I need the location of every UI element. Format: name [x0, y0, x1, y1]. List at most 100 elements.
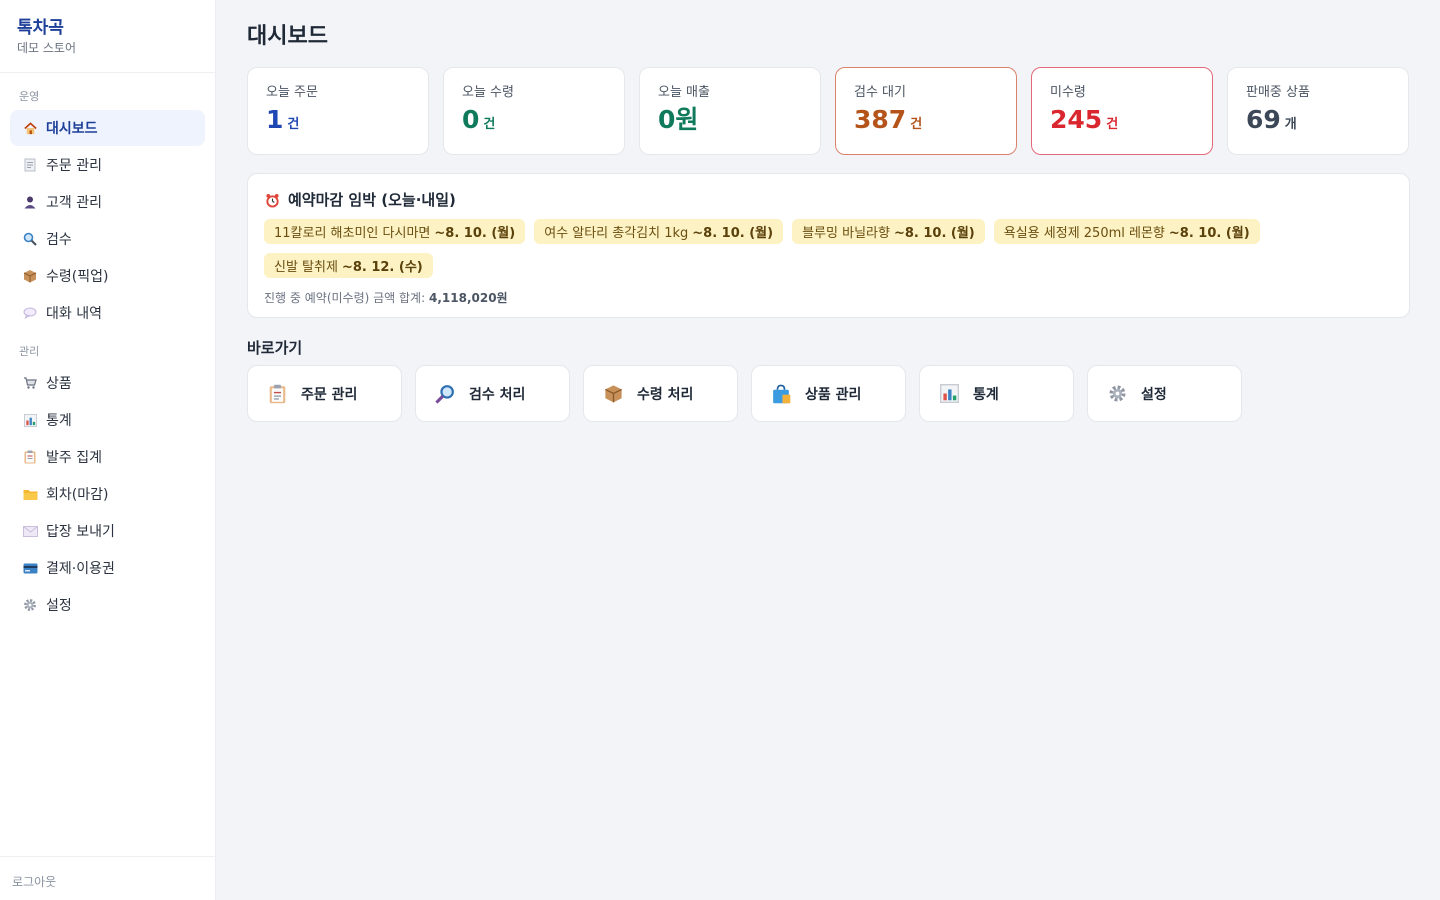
stat-unit: 개 [1284, 117, 1297, 132]
stat-unit: 건 [910, 117, 923, 132]
shortcuts-row: 주문 관리 검수 처리 수령 처리 상품 관리 통계 설정 [247, 365, 1242, 422]
shortcut-products[interactable]: 상품 관리 [751, 365, 906, 422]
stat-value: 69 [1246, 105, 1281, 134]
deadline-tag[interactable]: 여수 알타리 총각김치 1kg ~8. 10. (월) [534, 219, 784, 244]
stat-card-unreceived[interactable]: 미수령 245 건 [1031, 67, 1213, 155]
deadline-tag[interactable]: 욕실용 세정제 250ml 레몬향 ~8. 10. (월) [993, 219, 1260, 244]
sidebar-item-pickup[interactable]: 수령(픽업) [10, 258, 205, 294]
reservation-total-label: 진행 중 예약(미수령) 금액 합계: [264, 291, 426, 305]
sidebar-item-inspection[interactable]: 검수 [10, 221, 205, 257]
stat-unit: 건 [1106, 117, 1119, 132]
shortcut-label: 주문 관리 [301, 386, 358, 403]
sidebar-item-billing[interactable]: 결제·이용권 [10, 550, 205, 586]
deadline-tag[interactable]: 신발 탈취제 ~8. 12. (수) [264, 253, 433, 278]
deadline-tag[interactable]: 블루밍 바닐라향 ~8. 10. (월) [792, 219, 985, 244]
stat-card-pending-inspection[interactable]: 검수 대기 387 건 [835, 67, 1017, 155]
sidebar-item-customers[interactable]: 고객 관리 [10, 184, 205, 220]
brand: 톡차곡 데모 스토어 [0, 0, 215, 73]
stat-card-today-pickups[interactable]: 오늘 수령 0 건 [443, 67, 625, 155]
tag-product-name: 11칼로리 해초미인 다시마면 [274, 226, 431, 241]
magnifier-icon [22, 231, 38, 247]
sidebar-item-order-summary[interactable]: 발주 집계 [10, 439, 205, 475]
stat-unit: 건 [483, 117, 496, 132]
brand-name[interactable]: 톡차곡 [17, 17, 199, 39]
reservation-total-value: 4,118,020원 [428, 291, 508, 305]
sidebar-item-statistics[interactable]: 통계 [10, 402, 205, 438]
tag-date: ~8. 10. (월) [1168, 226, 1250, 241]
sidebar-item-chat-history[interactable]: 대화 내역 [10, 295, 205, 331]
stat-card-today-sales[interactable]: 오늘 매출 0원 [639, 67, 821, 155]
shortcut-pickup[interactable]: 수령 처리 [583, 365, 738, 422]
cart-icon [22, 375, 38, 391]
clipboard-icon [267, 384, 287, 404]
shortcut-label: 상품 관리 [805, 386, 862, 403]
stat-card-products-on-sale[interactable]: 판매중 상품 69 개 [1227, 67, 1409, 155]
shortcut-label: 통계 [973, 386, 999, 403]
speech-bubble-icon [22, 305, 38, 321]
alarm-clock-icon [264, 192, 280, 208]
receipt-icon [22, 157, 38, 173]
stat-value: 0 [462, 105, 480, 134]
clipboard-icon [22, 449, 38, 465]
stat-label: 오늘 수령 [462, 85, 514, 100]
sidebar-item-label: 수령(픽업) [46, 269, 109, 285]
shortcut-statistics[interactable]: 통계 [919, 365, 1074, 422]
gear-icon [1107, 384, 1127, 404]
stat-value: 387 [854, 105, 907, 134]
sidebar-item-send-reply[interactable]: 답장 보내기 [10, 513, 205, 549]
sidebar-item-label: 주문 관리 [46, 158, 102, 174]
stat-label: 검수 대기 [854, 85, 906, 100]
sidebar-item-label: 대시보드 [46, 121, 98, 137]
stat-value: 1 [266, 105, 284, 134]
sidebar-item-label: 회차(마감) [46, 487, 109, 503]
deadline-tags: 11칼로리 해초미인 다시마면 ~8. 10. (월) 여수 알타리 총각김치 1… [264, 219, 1264, 278]
sidebar-item-settings[interactable]: 설정 [10, 587, 205, 623]
sidebar-item-label: 검수 [46, 232, 72, 248]
sidebar-item-dashboard[interactable]: 대시보드 [10, 110, 205, 146]
logout-button[interactable]: 로그아웃 [0, 856, 215, 900]
stat-unit: 건 [287, 117, 300, 132]
envelope-icon [22, 523, 38, 539]
stat-card-today-orders[interactable]: 오늘 주문 1 건 [247, 67, 429, 155]
tag-date: ~8. 10. (월) [692, 226, 774, 241]
shortcuts-title: 바로가기 [247, 339, 303, 357]
sidebar-item-label: 상품 [46, 376, 72, 392]
shortcut-settings[interactable]: 설정 [1087, 365, 1242, 422]
sidebar-item-label: 고객 관리 [46, 195, 102, 211]
deadline-title: 예약마감 임박 (오늘·내일) [288, 191, 456, 209]
stat-label: 오늘 매출 [658, 85, 710, 100]
sidebar-item-label: 대화 내역 [46, 306, 102, 322]
sidebar-item-products[interactable]: 상품 [10, 365, 205, 401]
shopping-bag-icon [771, 384, 791, 404]
bar-chart-icon [939, 384, 959, 404]
stat-value: 245 [1050, 105, 1103, 134]
person-icon [22, 194, 38, 210]
tag-product-name: 여수 알타리 총각김치 1kg [544, 226, 689, 241]
sidebar-item-rounds[interactable]: 회차(마감) [10, 476, 205, 512]
package-icon [603, 384, 623, 404]
magnifier-icon [435, 384, 455, 404]
tag-date: ~8. 12. (수) [341, 260, 423, 275]
stat-label: 미수령 [1050, 85, 1086, 100]
folder-icon [22, 486, 38, 502]
tag-date: ~8. 10. (월) [893, 226, 975, 241]
stat-value: 0원 [658, 105, 699, 134]
deadline-tag[interactable]: 11칼로리 해초미인 다시마면 ~8. 10. (월) [264, 219, 526, 244]
tag-product-name: 블루밍 바닐라향 [802, 226, 890, 241]
sidebar-item-label: 설정 [46, 598, 72, 614]
deadline-header: 예약마감 임박 (오늘·내일) [264, 190, 1393, 210]
page-title: 대시보드 [247, 24, 328, 49]
tag-product-name: 신발 탈취제 [274, 260, 338, 275]
stat-label: 오늘 주문 [266, 85, 318, 100]
sidebar-item-label: 통계 [46, 413, 72, 429]
shortcut-orders[interactable]: 주문 관리 [247, 365, 402, 422]
nav-section-admin: 관리 [19, 345, 40, 358]
stats-row: 오늘 주문 1 건 오늘 수령 0 건 오늘 매출 0원 검수 대기 387 건… [247, 67, 1409, 155]
house-icon [22, 120, 38, 136]
stat-label: 판매중 상품 [1246, 85, 1310, 100]
deadline-panel: 예약마감 임박 (오늘·내일) 11칼로리 해초미인 다시마면 ~8. 10. (… [247, 173, 1410, 318]
shortcut-inspection[interactable]: 검수 처리 [415, 365, 570, 422]
tag-date: ~8. 10. (월) [434, 226, 516, 241]
sidebar-item-label: 발주 집계 [46, 450, 102, 466]
sidebar-item-orders[interactable]: 주문 관리 [10, 147, 205, 183]
